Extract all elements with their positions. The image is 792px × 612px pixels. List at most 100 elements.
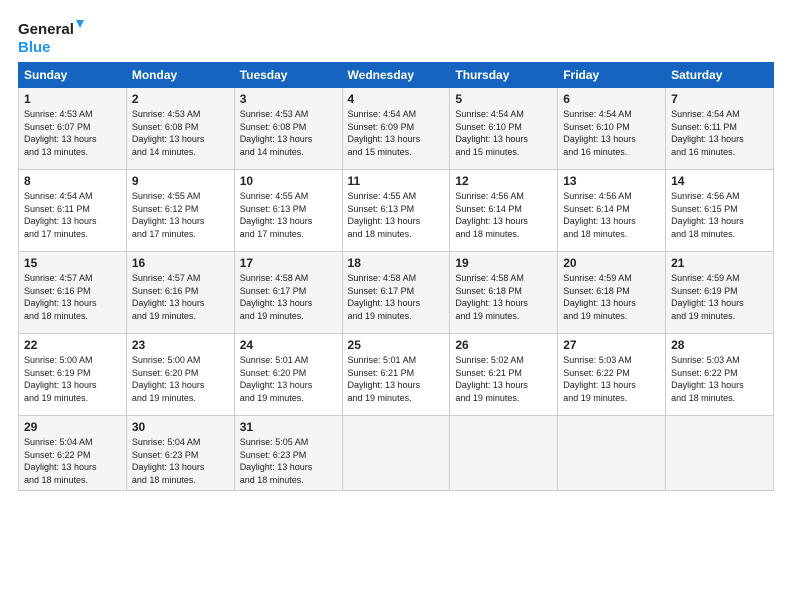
calendar-cell: 22 Sunrise: 5:00 AM Sunset: 6:19 PM Dayli… xyxy=(19,334,127,416)
calendar-cell: 4 Sunrise: 4:54 AM Sunset: 6:09 PM Daylig… xyxy=(342,88,450,170)
calendar-cell: 7Sunrise: 4:54 AM Sunset: 6:11 PM Daylig… xyxy=(666,88,774,170)
day-number: 3 xyxy=(240,92,337,106)
weekday-header: Tuesday xyxy=(234,63,342,88)
calendar-week-row: 29 Sunrise: 5:04 AM Sunset: 6:22 PM Dayli… xyxy=(19,416,774,491)
calendar-header-row: SundayMondayTuesdayWednesdayThursdayFrid… xyxy=(19,63,774,88)
day-info: Sunrise: 4:57 AM Sunset: 6:16 PM Dayligh… xyxy=(24,272,121,322)
calendar-cell: 20Sunrise: 4:59 AM Sunset: 6:18 PM Dayli… xyxy=(558,252,666,334)
page: General Blue SundayMondayTuesdayWednesda… xyxy=(0,0,792,612)
calendar-cell: 15 Sunrise: 4:57 AM Sunset: 6:16 PM Dayli… xyxy=(19,252,127,334)
calendar-week-row: 1 Sunrise: 4:53 AM Sunset: 6:07 PM Daylig… xyxy=(19,88,774,170)
weekday-header: Friday xyxy=(558,63,666,88)
day-info: Sunrise: 4:55 AM Sunset: 6:13 PM Dayligh… xyxy=(240,190,337,240)
calendar-body: 1 Sunrise: 4:53 AM Sunset: 6:07 PM Daylig… xyxy=(19,88,774,491)
day-info: Sunrise: 4:53 AM Sunset: 6:08 PM Dayligh… xyxy=(240,108,337,158)
day-info: Sunrise: 4:53 AM Sunset: 6:07 PM Dayligh… xyxy=(24,108,121,158)
day-number: 1 xyxy=(24,92,121,106)
day-info: Sunrise: 5:01 AM Sunset: 6:21 PM Dayligh… xyxy=(348,354,445,404)
day-number: 26 xyxy=(455,338,552,352)
calendar-cell: 30 Sunrise: 5:04 AM Sunset: 6:23 PM Dayli… xyxy=(126,416,234,491)
day-info: Sunrise: 4:54 AM Sunset: 6:09 PM Dayligh… xyxy=(348,108,445,158)
day-info: Sunrise: 5:04 AM Sunset: 6:22 PM Dayligh… xyxy=(24,436,121,486)
day-info: Sunrise: 4:53 AM Sunset: 6:08 PM Dayligh… xyxy=(132,108,229,158)
calendar-cell: 27Sunrise: 5:03 AM Sunset: 6:22 PM Dayli… xyxy=(558,334,666,416)
calendar-cell: 18 Sunrise: 4:58 AM Sunset: 6:17 PM Dayli… xyxy=(342,252,450,334)
day-number: 31 xyxy=(240,420,337,434)
day-number: 6 xyxy=(563,92,660,106)
day-number: 20 xyxy=(563,256,660,270)
day-number: 12 xyxy=(455,174,552,188)
day-info: Sunrise: 4:54 AM Sunset: 6:10 PM Dayligh… xyxy=(455,108,552,158)
calendar-cell: 16Sunrise: 4:57 AM Sunset: 6:16 PM Dayli… xyxy=(126,252,234,334)
day-info: Sunrise: 4:56 AM Sunset: 6:14 PM Dayligh… xyxy=(563,190,660,240)
day-info: Sunrise: 4:55 AM Sunset: 6:13 PM Dayligh… xyxy=(348,190,445,240)
day-number: 8 xyxy=(24,174,121,188)
weekday-header: Thursday xyxy=(450,63,558,88)
day-number: 15 xyxy=(24,256,121,270)
day-info: Sunrise: 5:01 AM Sunset: 6:20 PM Dayligh… xyxy=(240,354,337,404)
day-number: 21 xyxy=(671,256,768,270)
day-number: 14 xyxy=(671,174,768,188)
calendar-cell xyxy=(666,416,774,491)
calendar-cell: 13 Sunrise: 4:56 AM Sunset: 6:14 PM Dayli… xyxy=(558,170,666,252)
day-info: Sunrise: 5:05 AM Sunset: 6:23 PM Dayligh… xyxy=(240,436,337,486)
calendar-cell: 17Sunrise: 4:58 AM Sunset: 6:17 PM Dayli… xyxy=(234,252,342,334)
day-number: 18 xyxy=(348,256,445,270)
calendar-cell: 24 Sunrise: 5:01 AM Sunset: 6:20 PM Dayli… xyxy=(234,334,342,416)
day-number: 23 xyxy=(132,338,229,352)
svg-text:Blue: Blue xyxy=(18,39,51,56)
day-number: 9 xyxy=(132,174,229,188)
weekday-header: Monday xyxy=(126,63,234,88)
day-info: Sunrise: 4:57 AM Sunset: 6:16 PM Dayligh… xyxy=(132,272,229,322)
day-info: Sunrise: 4:58 AM Sunset: 6:18 PM Dayligh… xyxy=(455,272,552,322)
day-number: 13 xyxy=(563,174,660,188)
day-number: 29 xyxy=(24,420,121,434)
calendar-cell: 11 Sunrise: 4:55 AM Sunset: 6:13 PM Dayli… xyxy=(342,170,450,252)
calendar-cell: 8 Sunrise: 4:54 AM Sunset: 6:11 PM Daylig… xyxy=(19,170,127,252)
day-info: Sunrise: 5:03 AM Sunset: 6:22 PM Dayligh… xyxy=(671,354,768,404)
weekday-header: Sunday xyxy=(19,63,127,88)
calendar-cell: 1 Sunrise: 4:53 AM Sunset: 6:07 PM Daylig… xyxy=(19,88,127,170)
calendar-cell: 3 Sunrise: 4:53 AM Sunset: 6:08 PM Daylig… xyxy=(234,88,342,170)
day-info: Sunrise: 4:54 AM Sunset: 6:10 PM Dayligh… xyxy=(563,108,660,158)
svg-text:General: General xyxy=(18,21,74,38)
day-info: Sunrise: 4:54 AM Sunset: 6:11 PM Dayligh… xyxy=(24,190,121,240)
day-info: Sunrise: 4:55 AM Sunset: 6:12 PM Dayligh… xyxy=(132,190,229,240)
calendar-table: SundayMondayTuesdayWednesdayThursdayFrid… xyxy=(18,62,774,491)
calendar-cell: 31 Sunrise: 5:05 AM Sunset: 6:23 PM Dayli… xyxy=(234,416,342,491)
day-number: 4 xyxy=(348,92,445,106)
weekday-header: Saturday xyxy=(666,63,774,88)
calendar-cell xyxy=(450,416,558,491)
day-info: Sunrise: 4:58 AM Sunset: 6:17 PM Dayligh… xyxy=(240,272,337,322)
day-info: Sunrise: 5:00 AM Sunset: 6:20 PM Dayligh… xyxy=(132,354,229,404)
calendar-cell: 29 Sunrise: 5:04 AM Sunset: 6:22 PM Dayli… xyxy=(19,416,127,491)
calendar-cell: 12Sunrise: 4:56 AM Sunset: 6:14 PM Dayli… xyxy=(450,170,558,252)
weekday-header: Wednesday xyxy=(342,63,450,88)
calendar-cell: 9 Sunrise: 4:55 AM Sunset: 6:12 PM Daylig… xyxy=(126,170,234,252)
day-info: Sunrise: 4:59 AM Sunset: 6:19 PM Dayligh… xyxy=(671,272,768,322)
day-info: Sunrise: 4:56 AM Sunset: 6:15 PM Dayligh… xyxy=(671,190,768,240)
calendar-cell: 25 Sunrise: 5:01 AM Sunset: 6:21 PM Dayli… xyxy=(342,334,450,416)
day-info: Sunrise: 5:02 AM Sunset: 6:21 PM Dayligh… xyxy=(455,354,552,404)
calendar-cell: 14 Sunrise: 4:56 AM Sunset: 6:15 PM Dayli… xyxy=(666,170,774,252)
calendar-cell: 21 Sunrise: 4:59 AM Sunset: 6:19 PM Dayli… xyxy=(666,252,774,334)
calendar-cell: 2Sunrise: 4:53 AM Sunset: 6:08 PM Daylig… xyxy=(126,88,234,170)
day-info: Sunrise: 5:00 AM Sunset: 6:19 PM Dayligh… xyxy=(24,354,121,404)
day-number: 19 xyxy=(455,256,552,270)
day-number: 22 xyxy=(24,338,121,352)
calendar-cell: 23 Sunrise: 5:00 AM Sunset: 6:20 PM Dayli… xyxy=(126,334,234,416)
logo: General Blue xyxy=(18,18,88,56)
calendar-cell: 10 Sunrise: 4:55 AM Sunset: 6:13 PM Dayli… xyxy=(234,170,342,252)
day-number: 24 xyxy=(240,338,337,352)
day-number: 30 xyxy=(132,420,229,434)
day-number: 10 xyxy=(240,174,337,188)
day-info: Sunrise: 4:58 AM Sunset: 6:17 PM Dayligh… xyxy=(348,272,445,322)
day-number: 27 xyxy=(563,338,660,352)
day-info: Sunrise: 5:04 AM Sunset: 6:23 PM Dayligh… xyxy=(132,436,229,486)
calendar-week-row: 8 Sunrise: 4:54 AM Sunset: 6:11 PM Daylig… xyxy=(19,170,774,252)
calendar-cell: 26 Sunrise: 5:02 AM Sunset: 6:21 PM Dayli… xyxy=(450,334,558,416)
day-number: 25 xyxy=(348,338,445,352)
calendar-cell: 5Sunrise: 4:54 AM Sunset: 6:10 PM Daylig… xyxy=(450,88,558,170)
calendar-cell xyxy=(342,416,450,491)
day-number: 11 xyxy=(348,174,445,188)
